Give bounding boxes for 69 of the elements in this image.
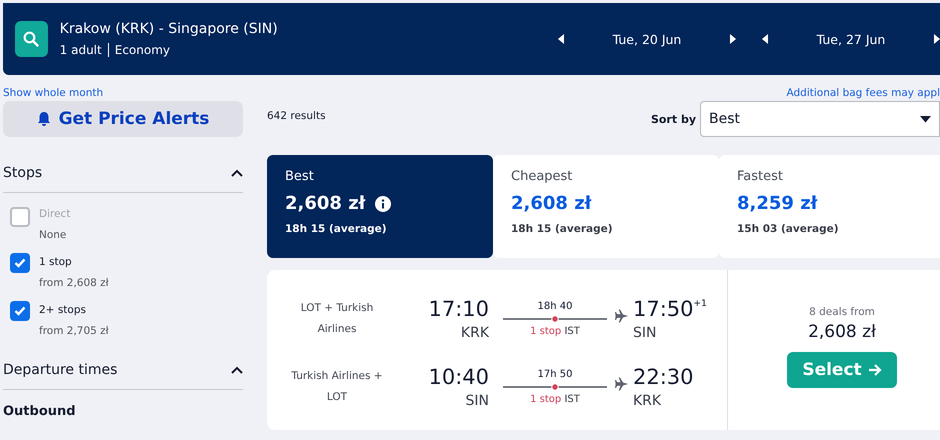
filter-option-price: from 2,608 zł xyxy=(39,277,109,289)
arrival-time: 17:50 xyxy=(633,297,694,321)
filter-option-price: None xyxy=(39,229,68,241)
chevron-up-icon[interactable] xyxy=(231,366,243,374)
stops-info: 1 stop IST xyxy=(530,394,580,405)
sort-label: Sort by xyxy=(650,112,696,126)
cabin-class: Economy xyxy=(114,43,170,57)
left-triangle-icon[interactable] xyxy=(761,34,769,44)
filter-heading: Stops xyxy=(3,165,42,181)
filter-heading: Departure times xyxy=(3,362,118,378)
date-label[interactable]: Tue, 27 Jun xyxy=(781,32,921,46)
flight-duration: 17h 50 xyxy=(538,369,572,380)
airport-code: KRK xyxy=(460,325,489,341)
tab-label: Best xyxy=(285,169,315,184)
check-icon xyxy=(14,306,26,316)
tab-duration: 18h 15 (average) xyxy=(511,223,614,235)
route-title: Krakow (KRK) - Singapore (SIN) xyxy=(60,21,279,37)
airport-code: SIN xyxy=(633,325,658,341)
plane-icon xyxy=(615,309,629,323)
tab-duration: 18h 15 (average) xyxy=(285,223,388,235)
show-month-link[interactable]: Show whole month xyxy=(3,87,104,97)
sort-tab[interactable]: Fastest 8,259 zł 15h 03 (average) xyxy=(719,155,940,258)
date-label[interactable]: Tue, 20 Jun xyxy=(577,32,717,46)
sort-dropdown[interactable]: Best xyxy=(700,101,940,137)
flight-duration: 18h 40 xyxy=(538,301,572,312)
chevron-up-icon[interactable] xyxy=(231,169,243,177)
airline-name: Turkish Airlines + LOT xyxy=(290,369,384,405)
arrow-right-icon xyxy=(868,363,882,377)
departure-time: 17:10 xyxy=(428,297,489,321)
deal-price: 2,608 zł xyxy=(808,322,876,342)
airline-name: LOT + Turkish Airlines xyxy=(300,301,374,337)
stops-info: 1 stop IST xyxy=(530,326,580,337)
search-button[interactable] xyxy=(15,21,48,57)
route-line-icon xyxy=(503,314,607,324)
arrival-time: 22:30 xyxy=(633,365,694,389)
checkbox[interactable] xyxy=(10,253,30,273)
day-offset: +1 xyxy=(694,299,707,309)
tab-price: 8,259 zł xyxy=(737,193,818,214)
airport-code: SIN xyxy=(466,393,489,409)
filter-subheading: Outbound xyxy=(3,404,77,419)
deals-count: 8 deals from xyxy=(809,306,875,318)
departure-time: 10:40 xyxy=(428,365,489,389)
filter-option-label: 2+ stops xyxy=(39,304,87,316)
tab-label: Cheapest xyxy=(511,169,574,184)
dropdown-caret-icon xyxy=(920,116,931,122)
filter-option-price: from 2,705 zł xyxy=(39,325,109,337)
bag-fees-link[interactable]: Additional bag fees may appl xyxy=(786,87,940,97)
right-triangle-icon[interactable] xyxy=(933,34,940,44)
airport-code: KRK xyxy=(633,393,662,409)
filter-option-label: 1 stop xyxy=(39,256,73,268)
tab-price: 2,608 zł xyxy=(511,193,592,214)
search-icon xyxy=(23,31,40,47)
tab-duration: 15h 03 (average) xyxy=(737,223,840,235)
passengers: 1 adult xyxy=(60,43,109,57)
price-alerts-button[interactable]: Get Price Alerts xyxy=(3,101,243,137)
route-line-icon xyxy=(503,382,607,392)
info-icon[interactable] xyxy=(375,196,392,212)
bell-icon xyxy=(36,111,51,127)
check-icon xyxy=(14,258,26,268)
filter-option-label: Direct xyxy=(39,208,70,220)
tab-label: Fastest xyxy=(737,169,784,184)
results-count: 642 results xyxy=(267,110,326,122)
checkbox[interactable] xyxy=(10,301,30,321)
plane-icon xyxy=(615,377,629,391)
left-triangle-icon[interactable] xyxy=(557,34,565,44)
sort-tab[interactable]: Best 2,608 zł 18h 15 (average) xyxy=(267,155,493,258)
sort-tab[interactable]: Cheapest 2,608 zł 18h 15 (average) xyxy=(493,155,719,258)
tab-price: 2,608 zł xyxy=(285,193,366,214)
right-triangle-icon[interactable] xyxy=(729,34,737,44)
